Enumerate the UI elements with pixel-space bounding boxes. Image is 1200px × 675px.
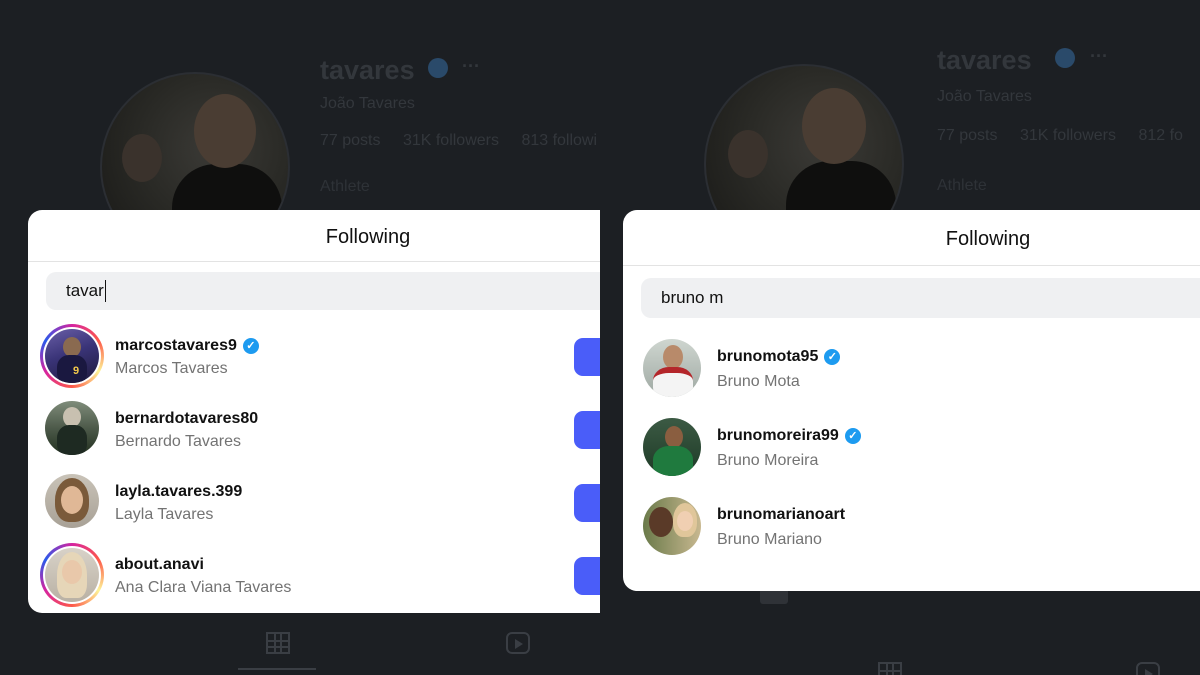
full-name: Marcos Tavares xyxy=(115,360,228,377)
text-caret xyxy=(104,280,106,302)
username[interactable]: bernardotavares80 xyxy=(115,410,258,428)
verified-badge-icon: ✓ xyxy=(824,349,841,365)
avatar[interactable] xyxy=(643,339,701,397)
search-value: tavar xyxy=(66,281,104,300)
follow-button[interactable] xyxy=(574,484,600,522)
modal-title: Following xyxy=(945,228,1031,250)
verified-badge-icon: ✓ xyxy=(844,428,861,444)
username[interactable]: marcostavares9 ✓ xyxy=(115,337,259,355)
search-input[interactable]: bruno m xyxy=(641,278,1200,318)
full-name: Bruno Mariano xyxy=(717,531,822,548)
profile-username: tavares xyxy=(320,55,415,85)
avatar[interactable] xyxy=(45,548,99,602)
grid-tab-icon[interactable] xyxy=(878,662,902,675)
avatar[interactable] xyxy=(45,401,99,455)
full-name: Bruno Moreira xyxy=(717,452,819,469)
modal-title: Following xyxy=(325,226,411,248)
profile-stats: 77 posts 31K followers 812 fo xyxy=(937,127,1200,145)
profile-full-name: João Tavares xyxy=(320,95,415,112)
list-item[interactable]: about.anavi Ana Clara Viana Tavares xyxy=(28,541,600,607)
following-count[interactable]: 813 followi xyxy=(521,132,597,149)
reels-tab-icon[interactable] xyxy=(506,632,530,654)
modal-divider xyxy=(623,265,1200,266)
grid-tab-indicator xyxy=(238,668,316,670)
avatar[interactable]: 9 xyxy=(45,329,99,383)
profile-stats: 77 posts 31K followers 813 followi xyxy=(320,132,600,150)
avatar[interactable] xyxy=(643,497,701,555)
left-screenshot: tavares ··· João Tavares 77 posts 31K fo… xyxy=(0,0,600,675)
list-item[interactable]: brunomoreira99 ✓ Bruno Moreira xyxy=(623,415,1200,481)
full-name: Ana Clara Viana Tavares xyxy=(115,579,292,596)
profile-category: Athlete xyxy=(937,177,987,194)
list-item[interactable]: brunomota95 ✓ Bruno Mota xyxy=(623,336,1200,402)
follow-button[interactable] xyxy=(574,411,600,449)
list-item[interactable]: layla.tavares.399 Layla Tavares xyxy=(28,468,600,534)
posts-count: 77 posts xyxy=(320,132,381,149)
username[interactable]: brunomoreira99 ✓ xyxy=(717,427,861,445)
right-screenshot: tavares ··· João Tavares 77 posts 31K fo… xyxy=(600,0,1200,675)
posts-count: 77 posts xyxy=(937,127,998,144)
search-value: bruno m xyxy=(661,288,724,307)
verified-badge-icon xyxy=(1055,48,1075,68)
more-icon[interactable]: ··· xyxy=(462,56,480,77)
profile-full-name: João Tavares xyxy=(937,88,1032,105)
username[interactable]: about.anavi xyxy=(115,556,204,574)
username[interactable]: brunomota95 ✓ xyxy=(717,348,841,366)
follow-button[interactable] xyxy=(574,557,600,595)
list-item[interactable]: brunomarianoart Bruno Mariano xyxy=(623,494,1200,560)
avatar[interactable] xyxy=(45,474,99,528)
username[interactable]: layla.tavares.399 xyxy=(115,483,242,501)
following-count[interactable]: 812 fo xyxy=(1138,127,1182,144)
full-name: Layla Tavares xyxy=(115,506,214,523)
list-item[interactable]: 9 marcostavares9 ✓ Marcos Tavares xyxy=(28,322,600,388)
follow-button[interactable] xyxy=(574,338,600,376)
grid-tab-icon[interactable] xyxy=(266,632,290,654)
verified-badge-icon: ✓ xyxy=(242,338,259,354)
more-icon[interactable]: ··· xyxy=(1090,46,1108,67)
profile-category: Athlete xyxy=(320,178,370,195)
list-item[interactable]: bernardotavares80 Bernardo Tavares xyxy=(28,395,600,461)
avatar[interactable] xyxy=(643,418,701,476)
followers-count[interactable]: 31K followers xyxy=(403,132,499,149)
followers-count[interactable]: 31K followers xyxy=(1020,127,1116,144)
full-name: Bernardo Tavares xyxy=(115,433,241,450)
reels-tab-icon[interactable] xyxy=(1136,662,1160,675)
following-modal: Following bruno m brunomota95 ✓ Bruno Mot… xyxy=(623,210,1200,591)
following-modal: Following tavar 9 marcostavares9 ✓ Marcos… xyxy=(28,210,600,613)
username[interactable]: brunomarianoart xyxy=(717,506,845,524)
modal-divider xyxy=(28,261,600,262)
profile-username: tavares xyxy=(937,45,1032,75)
search-input[interactable]: tavar xyxy=(46,272,600,310)
verified-badge-icon xyxy=(428,58,448,78)
full-name: Bruno Mota xyxy=(717,373,800,390)
